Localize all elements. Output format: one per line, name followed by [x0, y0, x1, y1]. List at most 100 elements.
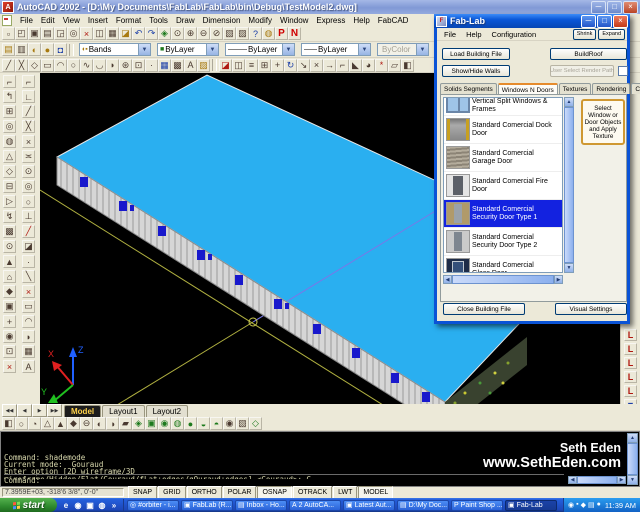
- toolbar-icon[interactable]: ⊖: [197, 27, 210, 40]
- toolbar-icon[interactable]: ◫: [93, 27, 106, 40]
- task-button[interactable]: ▤Inbox - Ho...: [235, 500, 287, 511]
- draw-tool-icon[interactable]: ◇: [28, 59, 41, 72]
- ucs-tool-icon[interactable]: L: [624, 329, 637, 341]
- command-hscrollbar[interactable]: ◀ ▶: [568, 476, 626, 484]
- task-button[interactable]: ▣Latest Aut...: [343, 500, 395, 511]
- solids-tool-icon[interactable]: ⊖: [80, 417, 93, 430]
- modify-tool-icon[interactable]: →: [323, 59, 336, 72]
- side-tool-icon[interactable]: ◎: [22, 180, 35, 193]
- layer-toolbar-icon[interactable]: ◘: [54, 43, 67, 56]
- toolbar-icon[interactable]: ↷: [145, 27, 158, 40]
- layer-combo[interactable]: ———ByLayer▼: [225, 43, 295, 56]
- tray-icon[interactable]: ▤: [588, 501, 595, 509]
- side-tool-icon[interactable]: ⊙: [22, 165, 35, 178]
- door-list-scrollbar[interactable]: ▲ ▼: [564, 97, 574, 273]
- maximize-button[interactable]: □: [607, 1, 622, 14]
- menu-item[interactable]: Modify: [244, 16, 276, 25]
- side-tool-icon[interactable]: ⊥: [22, 210, 35, 223]
- door-list-item[interactable]: Standard Comercial Security Door Type 1: [444, 200, 562, 228]
- side-tool-icon[interactable]: ×: [22, 285, 35, 298]
- dialog-close-button[interactable]: ×: [613, 15, 628, 28]
- side-tool-icon[interactable]: ⌐: [3, 75, 16, 88]
- toolbar-icon[interactable]: ◰: [15, 27, 28, 40]
- tab-scroll-arrow[interactable]: ▶▶: [47, 404, 62, 417]
- scroll-thumb[interactable]: [564, 107, 574, 263]
- draw-tool-icon[interactable]: ╳: [15, 59, 28, 72]
- toolbar-icon[interactable]: ▨: [236, 27, 249, 40]
- modify-tool-icon[interactable]: ↻: [284, 59, 297, 72]
- side-tool-icon[interactable]: ∟: [22, 90, 35, 103]
- side-tool-icon[interactable]: ↰: [3, 90, 16, 103]
- solids-tool-icon[interactable]: ▰: [119, 417, 132, 430]
- toolbar-icon[interactable]: ⊙: [171, 27, 184, 40]
- solids-tool-icon[interactable]: ◉: [158, 417, 171, 430]
- title-bar[interactable]: A AutoCAD 2002 - [D:\My Documents\FabLab…: [0, 0, 640, 14]
- side-tool-icon[interactable]: ◍: [3, 135, 16, 148]
- ucs-tool-icon[interactable]: L: [624, 343, 637, 355]
- toolbar-icon[interactable]: ◲: [54, 27, 67, 40]
- door-list-item[interactable]: Standard Comercial Glass Door: [444, 256, 562, 273]
- side-tool-icon[interactable]: ↯: [3, 210, 16, 223]
- draw-tool-icon[interactable]: A: [184, 59, 197, 72]
- side-tool-icon[interactable]: ≍: [22, 150, 35, 163]
- draw-tool-icon[interactable]: ▦: [158, 59, 171, 72]
- quick-launch-icon[interactable]: ◍: [97, 500, 107, 510]
- show-hide-walls-button[interactable]: Show/Hide Walls: [442, 65, 510, 77]
- task-button[interactable]: ▣Fab-Lab: [505, 500, 557, 511]
- scroll-thumb[interactable]: [577, 476, 617, 484]
- start-button[interactable]: start: [0, 498, 57, 512]
- tray-icon[interactable]: ▪: [576, 501, 578, 509]
- side-tool-icon[interactable]: ◇: [3, 165, 16, 178]
- toolbar-icon[interactable]: ▧: [223, 27, 236, 40]
- side-tool-icon[interactable]: ◠: [22, 315, 35, 328]
- command-window[interactable]: Command: shademodeCurrent mode: GouraudE…: [0, 431, 640, 487]
- task-button[interactable]: A2 AutoCA...: [289, 500, 341, 511]
- toolbar-icon[interactable]: ◎: [67, 27, 80, 40]
- chevron-down-icon[interactable]: ▼: [416, 44, 428, 55]
- side-tool-icon[interactable]: ⊞: [3, 105, 16, 118]
- dialog-title-bar[interactable]: F Fab-Lab ─ □ ×: [434, 14, 630, 28]
- scroll-up-icon[interactable]: ▲: [627, 433, 638, 443]
- solids-tool-icon[interactable]: ▣: [145, 417, 158, 430]
- side-tool-icon[interactable]: △: [3, 150, 16, 163]
- side-tool-icon[interactable]: ▲: [3, 255, 16, 268]
- door-list-item[interactable]: Standard Comercial Fire Door: [444, 172, 562, 200]
- select-window-button[interactable]: Select Window or Door Objects and Apply …: [581, 99, 625, 145]
- draw-tool-icon[interactable]: ⊡: [132, 59, 145, 72]
- draw-tool-icon[interactable]: ◠: [54, 59, 67, 72]
- door-list-item[interactable]: Standard Comercial Garage Door: [444, 144, 562, 172]
- toolbar-icon[interactable]: P: [275, 27, 288, 40]
- solids-tool-icon[interactable]: ●: [184, 417, 197, 430]
- door-list-item[interactable]: Standard Comercial Dock Door: [444, 116, 562, 144]
- toolbar-icon[interactable]: ▣: [28, 27, 41, 40]
- solids-tool-icon[interactable]: ▧: [236, 417, 249, 430]
- layout-tab[interactable]: Model: [64, 405, 101, 417]
- door-list-item[interactable]: Standard Comercial Vertical Split Window…: [444, 97, 562, 116]
- draw-tool-icon[interactable]: ∿: [80, 59, 93, 72]
- menu-item[interactable]: Tools: [145, 16, 172, 25]
- solids-tool-icon[interactable]: ◑: [106, 417, 119, 430]
- scroll-down-icon[interactable]: ▼: [627, 475, 638, 485]
- draw-tool-icon[interactable]: ⊛: [119, 59, 132, 72]
- dialog-menu-item[interactable]: Help: [461, 30, 486, 39]
- layer-toolbar-icon[interactable]: ●: [41, 43, 54, 56]
- tab-scroll-arrow[interactable]: ◀◀: [2, 404, 17, 417]
- menu-item[interactable]: Window: [276, 16, 312, 25]
- task-button[interactable]: ◎#orbiter - i...: [127, 500, 179, 511]
- dialog-maximize-button[interactable]: □: [597, 15, 612, 28]
- door-list-hscrollbar[interactable]: ◀ ▶: [443, 275, 563, 284]
- door-list-item[interactable]: Standard Comercial Security Door Type 2: [444, 228, 562, 256]
- layer-combo[interactable]: ——ByLayer▼: [301, 43, 371, 56]
- modify-tool-icon[interactable]: ◧: [401, 59, 414, 72]
- solids-tool-icon[interactable]: △: [41, 417, 54, 430]
- draw-tool-icon[interactable]: ▩: [171, 59, 184, 72]
- task-button[interactable]: PPaint Shop ...: [451, 500, 503, 511]
- solids-tool-icon[interactable]: ◐: [93, 417, 106, 430]
- side-tool-icon[interactable]: ⌐: [22, 75, 35, 88]
- draw-tool-icon[interactable]: ◗: [106, 59, 119, 72]
- layer-toolbar-icon[interactable]: ▥: [15, 43, 28, 56]
- menu-item[interactable]: Draw: [172, 16, 199, 25]
- task-button[interactable]: ▣FabLab (R...: [181, 500, 233, 511]
- chevron-down-icon[interactable]: ▼: [138, 44, 150, 55]
- modify-tool-icon[interactable]: ≡: [245, 59, 258, 72]
